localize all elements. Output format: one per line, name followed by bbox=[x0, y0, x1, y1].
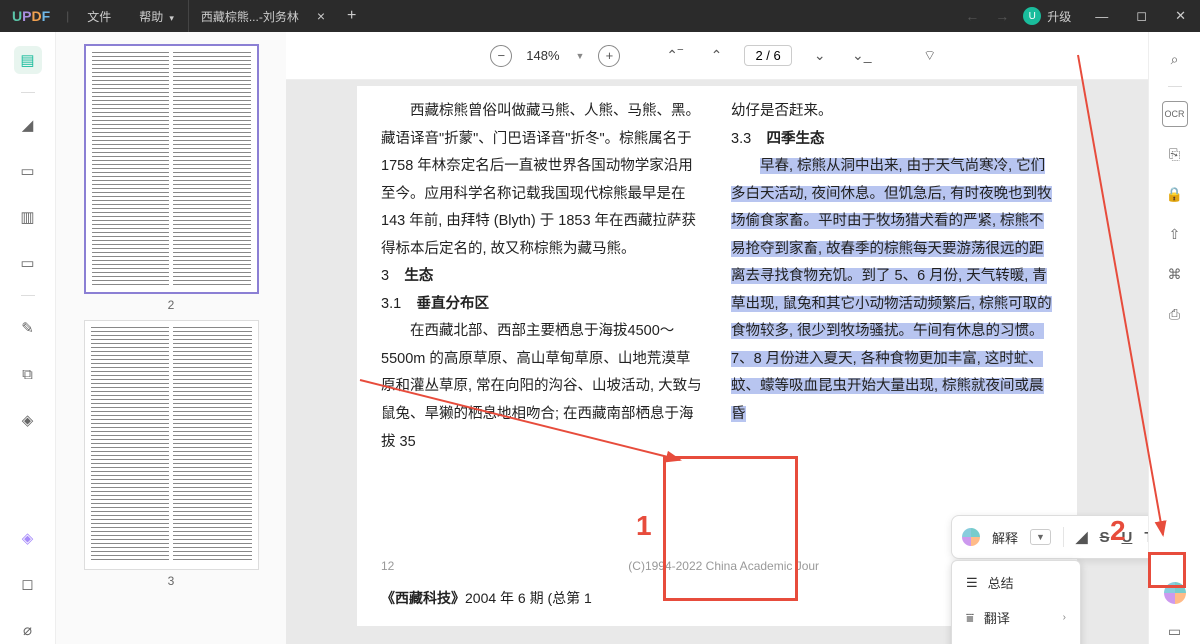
chevron-right-icon: › bbox=[1063, 612, 1066, 623]
thumb-label: 3 bbox=[68, 574, 274, 588]
extract-icon[interactable]: ⎘ bbox=[1162, 141, 1188, 167]
menu-file[interactable]: 文件 bbox=[73, 8, 125, 25]
viewer: − 148% ▼ + ⌃‾ ⌃ 2 / 6 ⌄ ⌄_ ⌔ 西藏棕熊曾俗叫做藏马熊… bbox=[286, 32, 1148, 644]
upgrade-label[interactable]: 升级 bbox=[1047, 8, 1071, 25]
lock-icon[interactable]: 🔒 bbox=[1162, 181, 1188, 207]
ai-toolbar: 解释 ▼ ◢ S U T ▭ ⧉ bbox=[951, 515, 1148, 559]
thumb-page-3[interactable]: 3 bbox=[68, 320, 274, 588]
ocr-icon[interactable]: OCR bbox=[1162, 101, 1188, 127]
app-logo: UPDF bbox=[0, 8, 62, 24]
toolbar: − 148% ▼ + ⌃‾ ⌃ 2 / 6 ⌄ ⌄_ ⌔ bbox=[286, 32, 1148, 80]
next-page-button[interactable]: ⌄ bbox=[806, 42, 834, 70]
share-icon[interactable]: ⇧ bbox=[1162, 221, 1188, 247]
zoom-in-button[interactable]: + bbox=[598, 45, 620, 67]
ai-explain-button[interactable]: 解释 bbox=[992, 528, 1018, 547]
left-column: 西藏棕熊曾俗叫做藏马熊、人熊、马熊、黑。藏语译音"折蒙"、门巴语译音"折冬"。棕… bbox=[381, 98, 703, 614]
thumb-label: 2 bbox=[68, 298, 274, 312]
ai-explain-item[interactable]: ⊡解释 bbox=[952, 635, 1080, 644]
notes-icon[interactable]: ▭ bbox=[14, 249, 42, 277]
forward-button[interactable]: → bbox=[987, 8, 1017, 24]
ai-summary-item[interactable]: ☰总结 bbox=[952, 565, 1080, 600]
edit-icon[interactable]: ✎ bbox=[14, 314, 42, 342]
chevron-down-icon[interactable]: ▼ bbox=[576, 51, 585, 61]
prev-page-button[interactable]: ⌃ bbox=[702, 42, 730, 70]
menu-help[interactable]: 帮助 bbox=[125, 8, 188, 25]
paragraph: 幼仔是否赶来。 bbox=[731, 98, 1053, 126]
list-icon: ☰ bbox=[966, 575, 978, 591]
close-button[interactable]: ✕ bbox=[1161, 8, 1200, 24]
page-input[interactable]: 2 / 6 bbox=[744, 45, 791, 66]
thumbnail-panel: 2 3 bbox=[56, 32, 286, 644]
thumb-page-2[interactable]: 2 bbox=[68, 44, 274, 312]
attachment-icon[interactable]: ⌀ bbox=[14, 616, 42, 644]
document-area: 西藏棕熊曾俗叫做藏马熊、人熊、马熊、黑。藏语译音"折蒙"、门巴语译音"折冬"。棕… bbox=[286, 80, 1148, 644]
print-icon[interactable]: ⎙ bbox=[1162, 301, 1188, 327]
ai-translate-item[interactable]: ⩸翻译› bbox=[952, 600, 1080, 635]
layers-icon[interactable]: ◈ bbox=[14, 524, 42, 552]
bookmark-icon[interactable]: ◻ bbox=[14, 570, 42, 598]
first-page-button[interactable]: ⌃‾ bbox=[660, 42, 688, 70]
ai-dropdown: ☰总结 ⩸翻译› ⊡解释 bbox=[951, 560, 1081, 644]
search-icon[interactable]: ⌕ bbox=[1162, 46, 1188, 72]
strikethrough-icon[interactable]: S bbox=[1099, 529, 1109, 546]
stamp-icon[interactable]: ◈ bbox=[14, 406, 42, 434]
add-tab-button[interactable]: + bbox=[347, 7, 356, 25]
page-number: 12 bbox=[381, 555, 394, 578]
maximize-button[interactable]: ◻ bbox=[1122, 8, 1161, 24]
titlebar: UPDF | 文件 帮助 西藏棕熊...-刘务林 × + ← → U 升级 — … bbox=[0, 0, 1200, 32]
left-sidebar: ▤ ◢ ▭ ▥ ▭ ✎ ⧉ ◈ ◈ ◻ ⌀ bbox=[0, 32, 56, 644]
document-tab[interactable]: 西藏棕熊...-刘务林 × bbox=[188, 0, 337, 32]
presentation-button[interactable]: ⌔ bbox=[916, 42, 944, 70]
feedback-icon[interactable]: ▭ bbox=[1162, 618, 1188, 644]
back-button[interactable]: ← bbox=[957, 8, 987, 24]
crop-icon[interactable]: ⧉ bbox=[14, 360, 42, 388]
ai-assistant-button[interactable] bbox=[1164, 582, 1186, 604]
highlight-icon[interactable]: ◢ bbox=[1076, 528, 1088, 546]
zoom-level[interactable]: 148% bbox=[526, 48, 559, 63]
comment-icon[interactable]: ▭ bbox=[14, 157, 42, 185]
last-page-button[interactable]: ⌄_ bbox=[848, 42, 876, 70]
underline-icon[interactable]: U bbox=[1122, 529, 1133, 546]
paragraph: 西藏棕熊曾俗叫做藏马熊、人熊、马熊、黑。藏语译音"折蒙"、门巴语译音"折冬"。棕… bbox=[381, 98, 703, 263]
reader-icon[interactable]: ▥ bbox=[14, 203, 42, 231]
link-icon[interactable]: ⌘ bbox=[1162, 261, 1188, 287]
highlighted-text[interactable]: 早春, 棕熊从洞中出来, 由于天气尚寒冷, 它们多白天活动, 夜间休息。但饥急后… bbox=[731, 158, 1052, 422]
minimize-button[interactable]: — bbox=[1081, 9, 1122, 24]
tab-title: 西藏棕熊...-刘务林 bbox=[201, 8, 299, 25]
chevron-down-icon[interactable]: ▼ bbox=[1030, 529, 1051, 545]
highlight-icon[interactable]: ◢ bbox=[14, 111, 42, 139]
journal-title: 《西藏科技》2004 年 6 期 (总第 1 bbox=[381, 585, 592, 612]
avatar[interactable]: U bbox=[1023, 7, 1041, 25]
thumbnails-icon[interactable]: ▤ bbox=[14, 46, 42, 74]
close-icon[interactable]: × bbox=[317, 8, 325, 24]
translate-icon: ⩸ bbox=[966, 610, 974, 626]
ai-logo-icon bbox=[962, 528, 980, 546]
right-sidebar: ⌕ OCR ⎘ 🔒 ⇧ ⌘ ⎙ ▭ bbox=[1148, 32, 1200, 644]
text-icon[interactable]: T bbox=[1144, 529, 1148, 546]
paragraph: 在西藏北部、西部主要栖息于海拔4500～5500m 的高原草原、高山草甸草原、山… bbox=[381, 318, 703, 456]
zoom-out-button[interactable]: − bbox=[490, 45, 512, 67]
